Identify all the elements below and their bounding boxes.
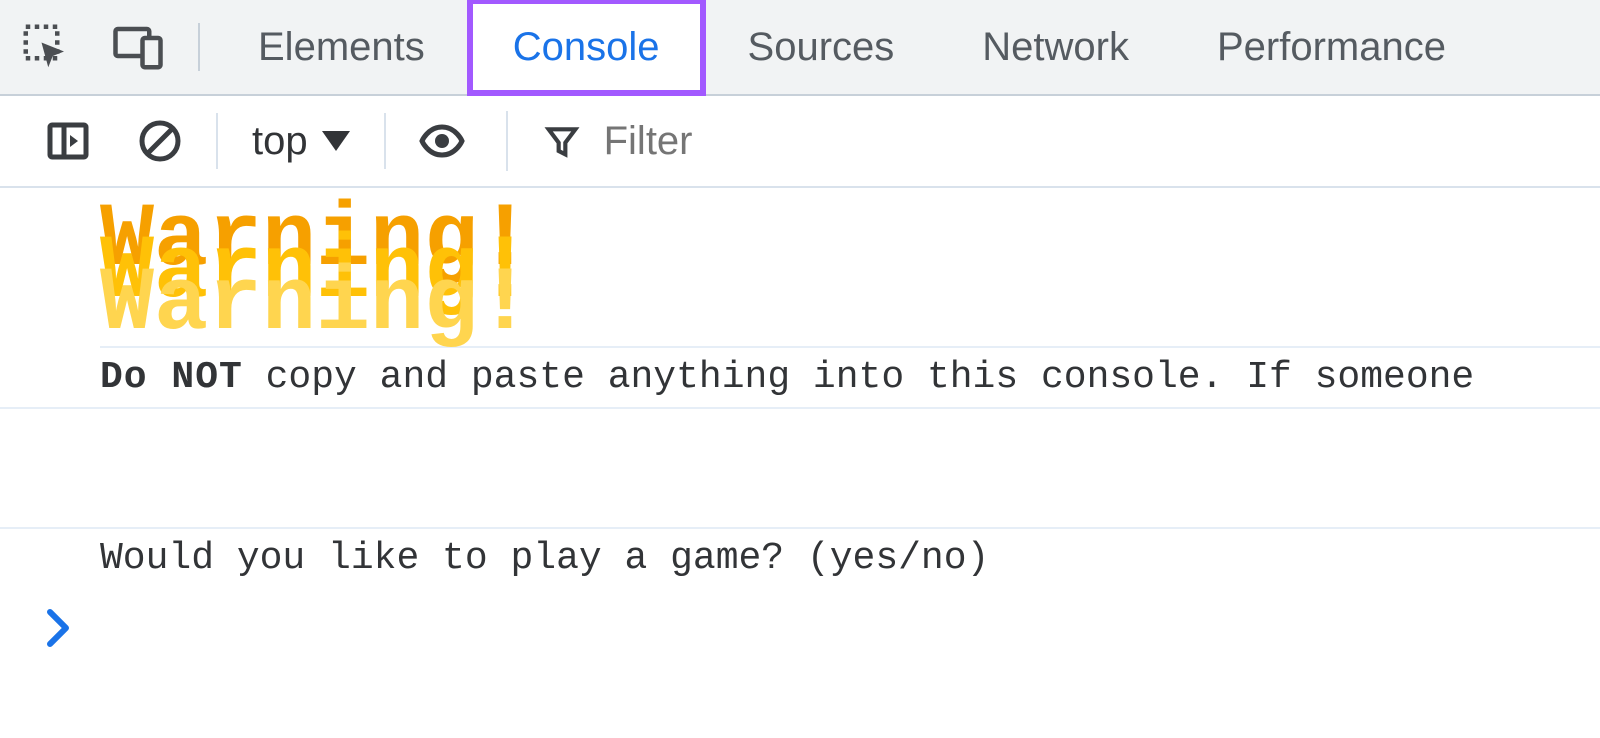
sidebar-toggle-icon[interactable] (22, 96, 114, 186)
console-input-prompt[interactable] (0, 588, 1600, 648)
device-toolbar-icon[interactable] (92, 0, 184, 94)
console-toolbar: top (0, 96, 1600, 188)
clear-console-icon[interactable] (114, 96, 206, 186)
inspect-element-icon[interactable] (0, 0, 92, 94)
filter-icon (542, 121, 582, 161)
console-output: Warning! Warning! Warning! Do NOT copy a… (0, 188, 1600, 648)
execution-context-selector[interactable]: top (228, 119, 374, 164)
warning-banner: Warning! Warning! Warning! (100, 208, 1600, 348)
divider (216, 113, 218, 169)
prompt-chevron-icon (44, 608, 72, 648)
devtools-tabbar: Elements Console Sources Network Perform… (0, 0, 1600, 96)
warning-text-layer: Warning! (100, 254, 532, 356)
filter-group (506, 111, 1600, 171)
tab-performance[interactable]: Performance (1173, 0, 1490, 94)
filter-input[interactable] (604, 119, 1600, 164)
do-not-bold: Do NOT (100, 356, 243, 399)
tab-network[interactable]: Network (938, 0, 1173, 94)
do-not-rest: copy and paste anything into this consol… (243, 356, 1474, 399)
console-message: Do NOT copy and paste anything into this… (0, 348, 1600, 409)
tab-console[interactable]: Console (469, 0, 704, 94)
divider (384, 113, 386, 169)
blank-message-row (0, 409, 1600, 529)
chevron-down-icon (322, 131, 350, 151)
game-prompt-text: Would you like to play a game? (yes/no) (100, 537, 989, 580)
tab-sources[interactable]: Sources (704, 0, 939, 94)
context-label: top (252, 119, 308, 164)
tab-elements[interactable]: Elements (214, 0, 469, 94)
live-expression-icon[interactable] (396, 96, 488, 186)
divider (198, 23, 200, 71)
console-message: Would you like to play a game? (yes/no) (0, 529, 1600, 588)
